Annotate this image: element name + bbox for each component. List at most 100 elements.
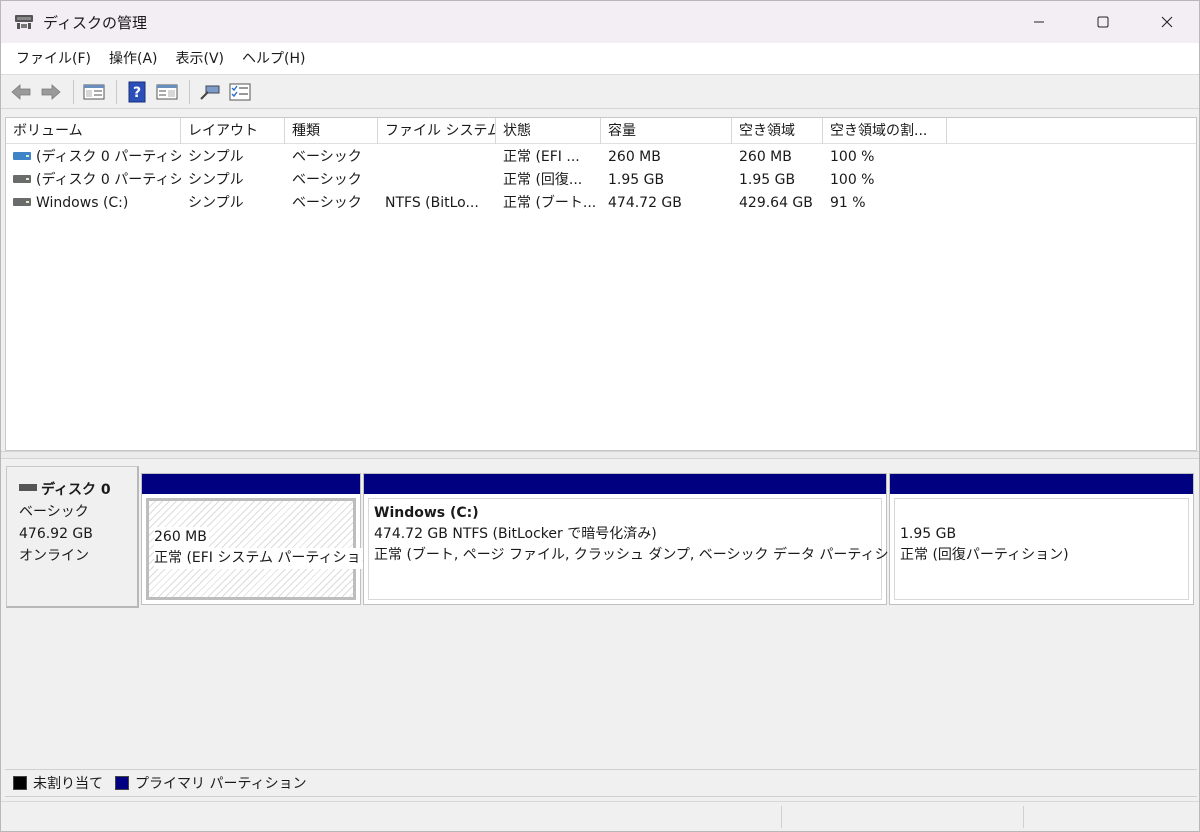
free-space-cell: 429.64 GB (739, 195, 813, 211)
maximize-icon (1097, 16, 1109, 28)
disk-0-label[interactable]: ディスク 0 ベーシック 476.92 GB オンライン (6, 466, 139, 608)
partition-size: 1.95 GB (900, 526, 957, 542)
minimize-button[interactable] (1007, 1, 1071, 43)
forward-button[interactable] (37, 79, 65, 105)
layout-cell: シンプル (188, 149, 244, 165)
volume-row[interactable]: (ディスク 0 パーティショ... シンプル ベーシック 正常 (EFI ...… (6, 146, 1196, 169)
percent-free-cell: 100 % (830, 149, 875, 165)
partition-windows-c[interactable]: Windows (C:) 474.72 GB NTFS (BitLocker で… (363, 473, 923, 605)
volume-name-cell: (ディスク 0 パーティショ... (6, 146, 181, 169)
column-header-volume[interactable]: ボリューム (6, 118, 181, 144)
pane-splitter[interactable] (1, 451, 1199, 459)
primary-partition-bar (142, 474, 360, 494)
primary-partition-bar (364, 474, 886, 494)
volume-list-header: ボリューム レイアウト 種類 ファイル システム 状態 容量 空き領域 空き領域… (6, 118, 1196, 144)
column-header-free-space[interactable]: 空き領域 (732, 118, 823, 144)
drive-icon (13, 152, 31, 160)
capacity-cell: 1.95 GB (608, 172, 665, 188)
percent-free-cell: 91 % (830, 195, 866, 211)
type-cell: ベーシック (292, 195, 362, 211)
title-bar: ディスクの管理 (1, 1, 1199, 43)
primary-partition-swatch (115, 776, 129, 790)
maximize-button[interactable] (1071, 1, 1135, 43)
partition-body: 260 MB 正常 (EFI システム パーティション) (146, 498, 383, 600)
primary-partition-bar (890, 474, 1193, 494)
volume-name-cell: Windows (C:) (6, 192, 181, 215)
type-cell: ベーシック (292, 149, 362, 165)
back-arrow-icon (11, 83, 31, 100)
disk-name-text: ディスク 0 (41, 482, 111, 498)
help-icon: ? (128, 81, 146, 102)
disk-management-app-icon (13, 13, 35, 31)
free-space-cell: 260 MB (739, 149, 792, 165)
status-bar-divider (781, 806, 782, 828)
column-header-percent-free[interactable]: 空き領域の割... (823, 118, 947, 144)
svg-text:?: ? (133, 85, 141, 101)
console-tree-icon (83, 84, 105, 99)
connect-icon (200, 85, 220, 100)
window-title: ディスクの管理 (43, 13, 147, 32)
menu-help[interactable]: ヘルプ(H) (233, 43, 314, 75)
disk-type: ベーシック (19, 504, 89, 520)
legend-primary-partition: プライマリ パーティション (135, 776, 307, 792)
percent-free-cell: 100 % (830, 172, 875, 188)
free-space-cell: 1.95 GB (739, 172, 796, 188)
connect-button[interactable] (196, 79, 224, 105)
status-cell: 正常 (ブート... (503, 195, 597, 211)
volume-name: (ディスク 0 パーティショ... (36, 172, 181, 188)
checklist-icon (229, 83, 251, 100)
properties-button[interactable] (153, 79, 181, 105)
status-cell: 正常 (EFI ... (503, 149, 580, 165)
drive-icon (13, 198, 31, 206)
partition-size: 474.72 GB NTFS (BitLocker で暗号化済み) (374, 526, 657, 542)
status-bar (1, 801, 1199, 831)
disk-icon (19, 483, 37, 491)
disk-size: 476.92 GB (19, 526, 93, 542)
disk-name: ディスク 0 (19, 479, 137, 501)
menu-bar: ファイル(F) 操作(A) 表示(V) ヘルプ(H) (1, 43, 1199, 75)
menu-file[interactable]: ファイル(F) (7, 43, 100, 75)
capacity-cell: 260 MB (608, 149, 661, 165)
disk-status: オンライン (19, 548, 89, 564)
partition-status: 正常 (EFI システム パーティション) (154, 548, 383, 569)
unallocated-swatch (13, 776, 27, 790)
column-header-layout[interactable]: レイアウト (181, 118, 285, 144)
console-tree-button[interactable] (80, 79, 108, 105)
disk-management-window: ディスクの管理 ファイル(F) 操作(A) 表示(V) ヘルプ(H) ? ボリュ… (0, 0, 1200, 832)
volume-name: Windows (C:) (36, 195, 129, 211)
column-header-status[interactable]: 状態 (496, 118, 601, 144)
layout-cell: シンプル (188, 195, 244, 211)
volume-row[interactable]: (ディスク 0 パーティショ... シンプル ベーシック 正常 (回復... 1… (6, 169, 1196, 192)
forward-arrow-icon (41, 83, 61, 100)
menu-action[interactable]: 操作(A) (100, 43, 167, 75)
column-header-file-system[interactable]: ファイル システム (378, 118, 496, 144)
volume-row[interactable]: Windows (C:) シンプル ベーシック NTFS (BitLo... 正… (6, 192, 1196, 215)
back-button[interactable] (7, 79, 35, 105)
partition-recovery[interactable]: 1.95 GB 正常 (回復パーティション) (889, 473, 1194, 605)
checklist-button[interactable] (226, 79, 254, 105)
file-system-cell (378, 169, 496, 192)
column-header-type[interactable]: 種類 (285, 118, 378, 144)
status-cell: 正常 (回復... (503, 172, 583, 188)
properties-icon (156, 84, 178, 99)
column-header-capacity[interactable]: 容量 (601, 118, 732, 144)
partition-size: 260 MB (154, 527, 209, 548)
status-bar-divider (1023, 806, 1024, 828)
toolbar-separator (189, 79, 190, 104)
legend-unallocated: 未割り当て (33, 776, 103, 792)
partition-efi[interactable]: 260 MB 正常 (EFI システム パーティション) (141, 473, 383, 605)
partition-title: Windows (C:) (374, 505, 479, 521)
toolbar-separator (73, 79, 74, 104)
minimize-icon (1034, 21, 1044, 23)
partition-body: 1.95 GB 正常 (回復パーティション) (894, 498, 1189, 600)
file-system-cell (378, 146, 496, 169)
drive-icon (13, 175, 31, 183)
volume-name: (ディスク 0 パーティショ... (36, 149, 181, 165)
help-button[interactable]: ? (123, 79, 151, 105)
window-controls (1007, 1, 1199, 43)
layout-cell: シンプル (188, 172, 244, 188)
partition-status: 正常 (ブート, ページ ファイル, クラッシュ ダンプ, ベーシック データ … (374, 547, 923, 563)
type-cell: ベーシック (292, 172, 362, 188)
close-button[interactable] (1135, 1, 1199, 43)
menu-view[interactable]: 表示(V) (167, 43, 234, 75)
